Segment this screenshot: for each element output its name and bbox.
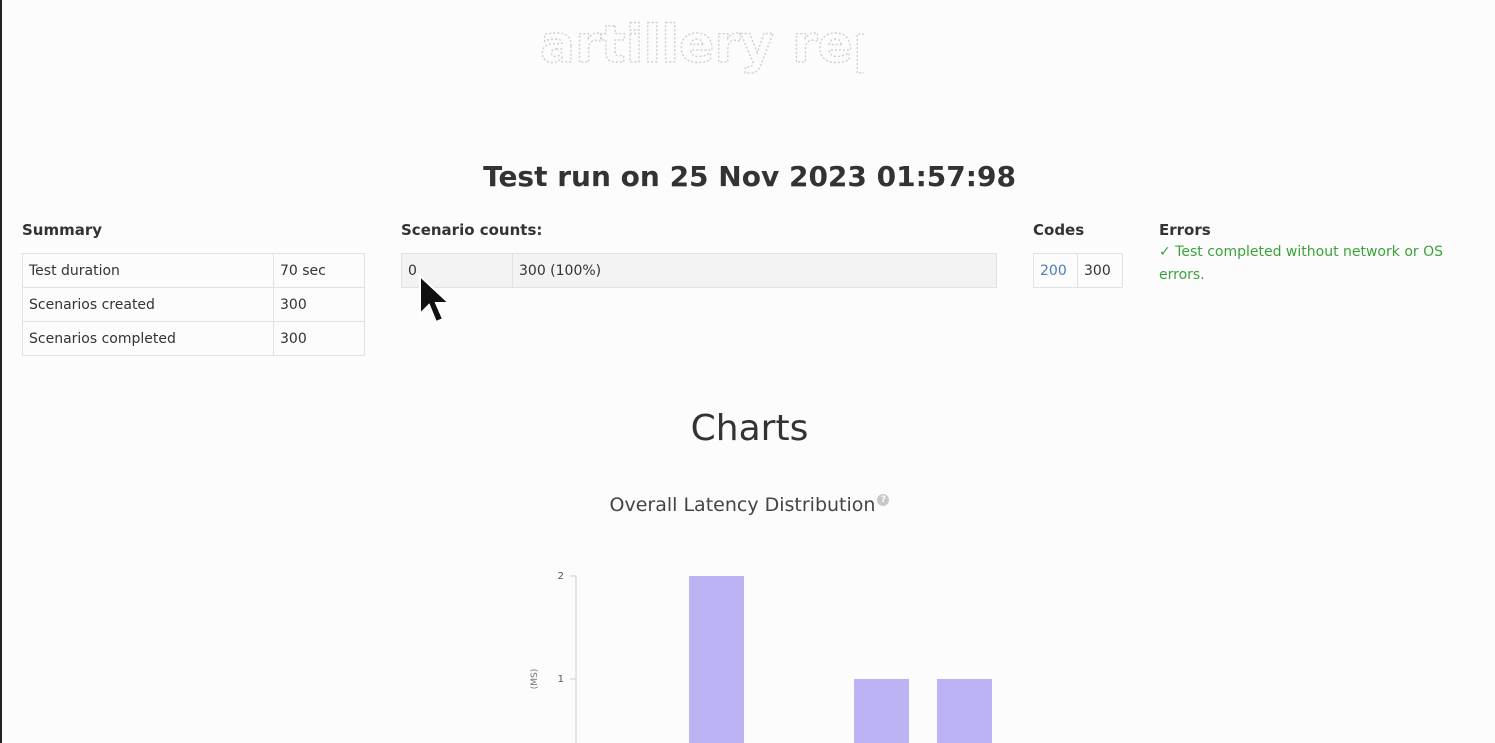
logo-text: artillery report	[540, 15, 864, 75]
summary-key: Scenarios completed	[22, 321, 274, 356]
summary-key: Test duration	[22, 253, 274, 288]
table-row: Scenarios created 300	[22, 287, 365, 322]
errors-heading: Errors	[1159, 221, 1211, 239]
table-row: Test duration 70 sec	[22, 253, 365, 288]
scenario-counts-heading: Scenario counts:	[401, 221, 543, 239]
y-tick-label: 1	[558, 674, 564, 685]
latency-distribution-chart: 1 2 (MS)	[502, 560, 1022, 743]
table-row: Scenarios completed 300	[22, 321, 365, 356]
y-axis-label: (MS)	[530, 669, 540, 690]
latency-chart-svg: 1 2 (MS)	[530, 571, 992, 743]
latency-bar	[854, 679, 909, 743]
mouse-cursor-icon	[419, 274, 452, 324]
summary-key: Scenarios created	[22, 287, 274, 322]
question-circle-icon[interactable]: ?	[877, 494, 890, 506]
codes-table: 200 300	[1033, 253, 1123, 288]
page-title: Test run on 25 Nov 2023 01:57:98	[483, 160, 1016, 193]
chart-title: Overall Latency Distribution	[609, 494, 876, 516]
status-code-count: 300	[1077, 253, 1123, 288]
summary-table: Test duration 70 sec Scenarios created 3…	[22, 253, 365, 356]
status-code: 200	[1033, 253, 1078, 288]
errors-message: ✓ Test completed without network or OS e…	[1159, 244, 1443, 283]
scenario-count: 300 (100%)	[512, 253, 997, 288]
summary-heading: Summary	[22, 221, 103, 239]
summary-value: 70 sec	[273, 253, 365, 288]
chart-title-row: Overall Latency Distribution?	[2, 494, 1495, 516]
report-page: artillery report Test run on 25 Nov 2023…	[0, 0, 1495, 743]
scenario-counts-table: 0 300 (100%)	[401, 253, 997, 288]
charts-heading: Charts	[690, 408, 809, 449]
summary-value: 300	[273, 287, 365, 322]
latency-bar	[689, 576, 744, 743]
table-row: 200 300	[1033, 253, 1123, 288]
latency-bar	[937, 679, 992, 743]
artillery-logo: artillery report	[538, 14, 977, 80]
y-tick-label: 2	[558, 571, 564, 582]
codes-heading: Codes	[1033, 221, 1085, 239]
table-row: 0 300 (100%)	[401, 253, 997, 288]
summary-value: 300	[273, 321, 365, 356]
